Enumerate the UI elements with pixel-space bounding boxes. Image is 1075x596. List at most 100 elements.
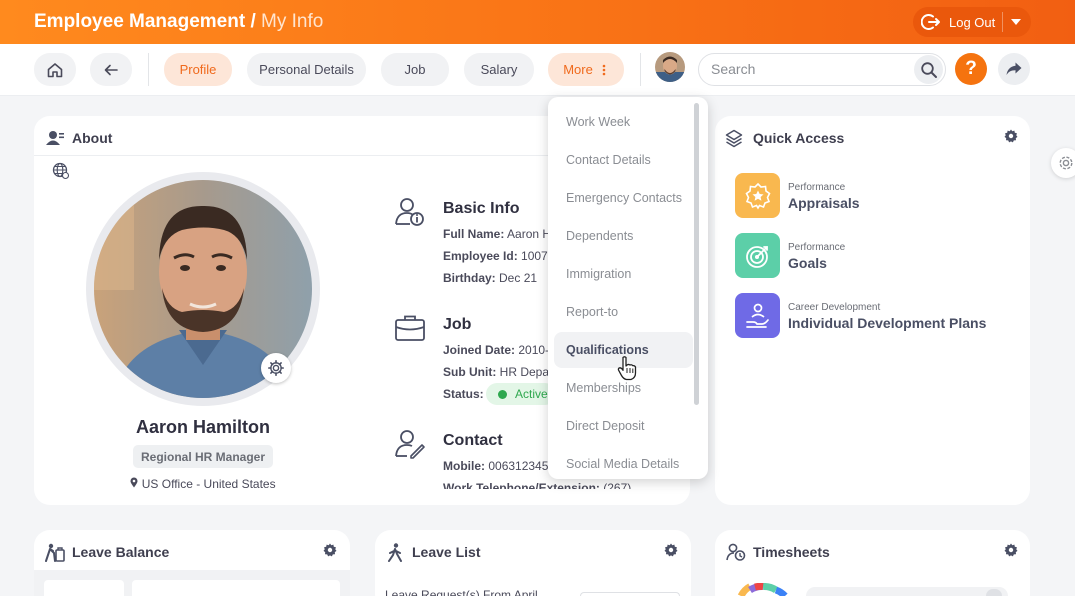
quick-access-settings-icon[interactable]	[1004, 129, 1018, 143]
about-divider	[34, 155, 548, 156]
timesheets-settings-icon[interactable]	[1004, 543, 1018, 557]
menu-item-emergency-contacts[interactable]: Emergency Contacts	[554, 180, 693, 216]
menu-item-report-to[interactable]: Report-to	[554, 294, 693, 330]
quick-access-layers-icon	[725, 129, 743, 148]
gear-icon	[1059, 156, 1073, 170]
development-plans-tile[interactable]	[735, 293, 780, 338]
arrow-left-icon	[104, 64, 118, 75]
about-title: About	[72, 130, 113, 146]
menu-item-work-week[interactable]: Work Week	[554, 104, 693, 140]
menu-item-immigration[interactable]: Immigration	[554, 256, 693, 292]
logout-label: Log Out	[949, 14, 996, 30]
leave-balance-panel	[44, 580, 124, 596]
leave-list-title: Leave List	[412, 544, 481, 560]
dropdown-scrollbar[interactable]	[694, 103, 699, 405]
mobile-value: 006312345	[488, 459, 549, 473]
status-dot-icon	[498, 389, 507, 399]
location-label: US Office - United States	[141, 477, 276, 491]
leave-list-preview-clip: Leave Request(s) From April	[385, 586, 565, 596]
kebab-menu-icon	[602, 64, 606, 75]
full-name-value: Aaron H	[507, 227, 552, 241]
sub-unit-row: Sub Unit: HR Depa	[443, 365, 549, 379]
development-plans-link[interactable]: Individual Development Plans	[788, 315, 986, 331]
menu-item-contact-details[interactable]: Contact Details	[554, 142, 693, 178]
back-button[interactable]	[90, 53, 132, 86]
birthday-row: Birthday: Dec 21	[443, 271, 537, 285]
full-name-label: Full Name:	[443, 227, 505, 241]
timesheet-select-button[interactable]	[986, 589, 1002, 596]
help-icon: ?	[965, 58, 977, 79]
birthday-value: Dec 21	[499, 271, 538, 285]
employee-location: US Office - United States	[34, 477, 372, 491]
logout-button[interactable]: Log Out	[913, 7, 1031, 37]
star-badge-icon	[744, 182, 771, 210]
tab-more-label: More	[563, 62, 593, 77]
menu-item-direct-deposit[interactable]: Direct Deposit	[554, 408, 693, 444]
contact-user-edit-icon	[395, 430, 425, 459]
menu-item-dependents[interactable]: Dependents	[554, 218, 693, 254]
target-icon	[745, 245, 768, 268]
logout-divider	[1002, 12, 1003, 32]
employee-name: Aaron Hamilton	[135, 417, 270, 437]
basic-info-title: Basic Info	[443, 200, 520, 217]
menu-item-social-media-details[interactable]: Social Media Details	[554, 446, 693, 479]
edit-photo-button[interactable]	[261, 353, 291, 383]
tab-job[interactable]: Job	[381, 53, 449, 86]
employee-id-label: Employee Id:	[443, 249, 518, 263]
appraisals-tile[interactable]	[735, 173, 780, 218]
search-icon	[920, 61, 937, 78]
page-title: Employee Management / My Info	[34, 11, 323, 33]
search-button[interactable]	[914, 55, 943, 84]
sub-unit-value: HR Depa	[499, 365, 550, 379]
page-subtitle: My Info	[261, 11, 324, 32]
work-telephone-label: Work Telephone/Extension:	[443, 481, 600, 489]
goals-link[interactable]: Goals	[788, 255, 827, 271]
tab-salary[interactable]: Salary	[464, 53, 534, 86]
timesheet-select[interactable]	[806, 587, 1008, 596]
job-title: Job	[443, 316, 472, 333]
leave-balance-title: Leave Balance	[72, 544, 170, 560]
app-header: Employee Management / My Info Log Out	[0, 0, 1075, 44]
appraisals-category: Performance	[788, 182, 846, 193]
home-button[interactable]	[34, 53, 76, 86]
home-icon	[47, 62, 63, 77]
mobile-label: Mobile:	[443, 459, 485, 473]
joined-date-label: Joined Date:	[443, 343, 516, 357]
user-avatar[interactable]	[655, 52, 685, 82]
work-telephone-row: Work Telephone/Extension: (267)	[443, 481, 631, 489]
joined-date-value: 2010-	[518, 343, 550, 357]
employee-id-value: 1007	[521, 249, 548, 263]
tab-personal-details[interactable]: Personal Details	[247, 53, 366, 86]
user-info-icon	[395, 198, 424, 226]
help-button[interactable]: ?	[955, 53, 987, 85]
search-input[interactable]	[711, 61, 891, 77]
work-telephone-value: (267)	[603, 481, 632, 489]
mobile-row: Mobile: 006312345	[443, 459, 548, 473]
goals-tile[interactable]	[735, 233, 780, 278]
leave-list-filter-pill[interactable]	[580, 592, 680, 596]
tab-more[interactable]: More	[548, 53, 624, 86]
goals-category: Performance	[788, 242, 846, 253]
contact-title: Contact	[443, 432, 503, 449]
module-title: Employee Management	[34, 11, 246, 32]
job-title-badge: Regional HR Manager	[133, 445, 273, 468]
globe-icon[interactable]	[52, 162, 70, 180]
leave-list-settings-icon[interactable]	[664, 543, 678, 557]
nav-divider	[640, 53, 641, 86]
tab-profile[interactable]: Profile	[164, 53, 232, 86]
leave-balance-settings-icon[interactable]	[323, 543, 337, 557]
leave-balance-panel	[132, 580, 340, 596]
more-menu-dropdown: Work Week Contact Details Emergency Cont…	[548, 97, 708, 479]
timesheets-title: Timesheets	[753, 544, 830, 560]
about-user-icon	[46, 131, 64, 145]
page-settings-button[interactable]	[1051, 148, 1075, 178]
location-pin-icon	[130, 477, 138, 488]
briefcase-icon	[395, 315, 425, 341]
nav-divider	[148, 53, 149, 86]
appraisals-link[interactable]: Appraisals	[788, 195, 860, 211]
user-menu-caret-icon[interactable]	[1011, 19, 1021, 25]
leave-balance-icon	[45, 543, 65, 562]
status-row: Status:	[443, 387, 484, 401]
full-name-row: Full Name: Aaron H	[443, 227, 551, 241]
share-button[interactable]	[998, 53, 1030, 85]
